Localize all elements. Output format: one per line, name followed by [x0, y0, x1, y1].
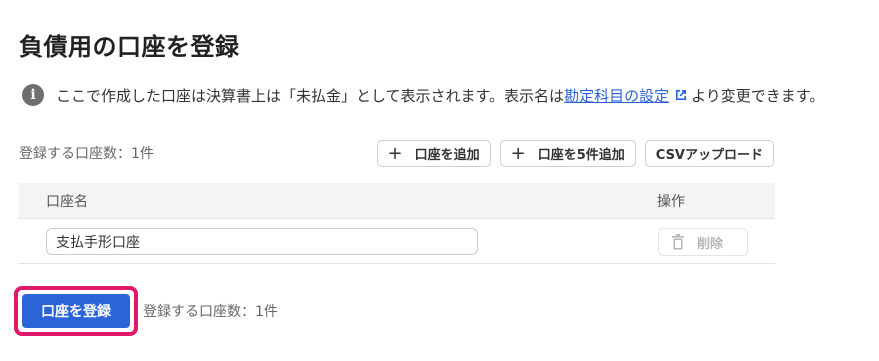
register-accounts-button[interactable]: 口座を登録: [22, 294, 130, 328]
column-header-account-name: 口座名: [46, 193, 88, 210]
info-text-after: より変更できます。: [691, 86, 825, 105]
add-account-label: 口座を追加: [414, 148, 480, 163]
register-count-top: 登録する口座数：1件: [19, 146, 154, 162]
account-settings-link[interactable]: 勘定科目の設定: [564, 85, 669, 106]
page-title: 負債用の口座を登録: [19, 33, 240, 61]
plus-icon: +: [510, 142, 526, 164]
info-message: i ここで作成した口座は決算書上は「未払金」として表示されます。表示名は 勘定科…: [22, 84, 824, 106]
csv-upload-label: CSVアップロード: [655, 148, 763, 163]
trash-icon: [672, 234, 684, 250]
column-header-actions: 操作: [657, 193, 685, 210]
info-text-before: ここで作成した口座は決算書上は「未払金」として表示されます。表示名は: [56, 86, 565, 105]
delete-button[interactable]: 削除: [658, 228, 748, 256]
external-link-icon[interactable]: [673, 87, 689, 103]
add-five-accounts-button[interactable]: + 口座を5件追加: [499, 140, 636, 167]
delete-label: 削除: [697, 236, 724, 252]
add-five-accounts-label: 口座を5件追加: [537, 148, 625, 163]
csv-upload-button[interactable]: CSVアップロード: [644, 140, 774, 167]
submit-highlight: 口座を登録: [14, 286, 138, 336]
accounts-table: 口座名 操作 削除: [19, 183, 775, 264]
plus-icon: +: [387, 142, 403, 164]
toolbar: + 口座を追加 + 口座を5件追加 CSVアップロード: [376, 140, 774, 167]
register-count-bottom: 登録する口座数：1件: [143, 304, 278, 320]
account-name-input[interactable]: [46, 228, 478, 255]
info-icon: i: [22, 84, 44, 106]
table-row: 削除: [19, 219, 775, 264]
add-account-button[interactable]: + 口座を追加: [376, 140, 491, 167]
table-header: 口座名 操作: [19, 183, 775, 219]
